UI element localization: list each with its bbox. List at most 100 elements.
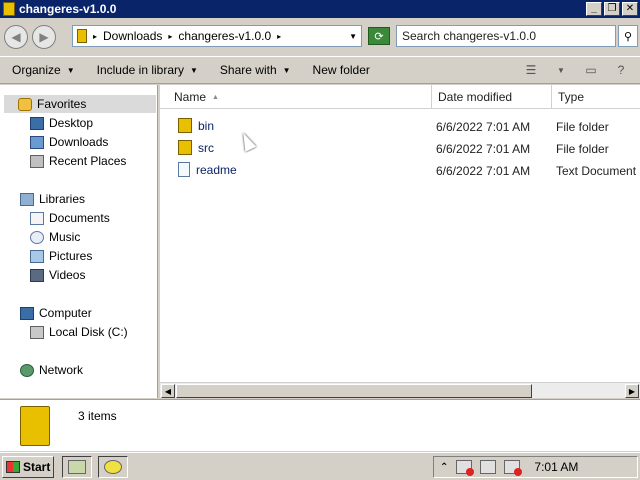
help-icon[interactable]: ?: [612, 63, 630, 77]
view-controls: ☰ ▼ ▭ ?: [522, 63, 630, 77]
pictures-icon: [30, 249, 44, 263]
file-type: Text Document: [556, 164, 637, 178]
nav-label: Videos: [49, 268, 86, 282]
file-date: 6/6/2022 7:01 AM: [436, 120, 531, 134]
nav-network[interactable]: Network: [20, 361, 83, 379]
column-header-name[interactable]: Name ▲: [168, 85, 432, 109]
restore-button[interactable]: ❐: [604, 2, 620, 16]
file-name-cell[interactable]: src: [178, 140, 214, 155]
folder-icon: [3, 2, 15, 16]
start-label: Start: [23, 460, 51, 474]
documents-icon: [30, 211, 44, 225]
window-controls: _ ❐ ✕: [586, 2, 638, 16]
desktop-icon: [30, 116, 44, 130]
nav-videos[interactable]: Videos: [30, 266, 85, 284]
search-icon[interactable]: ⚲: [618, 25, 638, 47]
column-name-label: Name: [174, 90, 207, 104]
new-folder-button[interactable]: New folder: [313, 63, 370, 77]
scroll-right-button[interactable]: ▶: [625, 384, 639, 398]
recent-places-icon: [30, 154, 44, 168]
breadcrumb-downloads[interactable]: Downloads: [103, 29, 162, 43]
nav-label: Downloads: [49, 135, 109, 149]
details-pane: 3 items: [0, 399, 640, 451]
chevron-right-icon[interactable]: ▸: [93, 32, 97, 41]
minimize-button[interactable]: _: [586, 2, 602, 16]
clock[interactable]: 7:01 AM: [534, 460, 578, 474]
folder-icon: [178, 140, 192, 155]
nav-label: Network: [39, 363, 84, 377]
back-button[interactable]: ◀: [4, 25, 28, 49]
column-headers: Name ▲ Date modified Type: [160, 85, 640, 109]
column-header-date-modified[interactable]: Date modified: [432, 85, 552, 109]
downloads-icon: [30, 135, 44, 149]
view-options-icon[interactable]: ☰: [522, 63, 540, 77]
file-name-cell[interactable]: readme: [178, 162, 237, 177]
start-button[interactable]: Start: [2, 456, 54, 478]
horizontal-scrollbar[interactable]: ◀ ▶: [160, 382, 640, 398]
file-name-cell[interactable]: bin: [178, 118, 214, 133]
title-bar: changeres-v1.0.0 _ ❐ ✕: [0, 0, 640, 18]
sort-ascending-icon: ▲: [212, 93, 219, 101]
nav-label: Favorites: [37, 97, 87, 111]
action-center-icon[interactable]: [456, 460, 475, 476]
share-with-label: Share with: [219, 63, 277, 77]
nav-downloads[interactable]: Downloads: [30, 133, 108, 151]
chevron-down-icon[interactable]: ▼: [349, 32, 357, 41]
close-button[interactable]: ✕: [622, 2, 638, 16]
nav-libraries[interactable]: Libraries: [20, 190, 85, 208]
share-with-button[interactable]: Share with ▼: [220, 63, 291, 77]
file-row[interactable]: bin 6/6/2022 7:01 AM File folder: [160, 116, 640, 136]
search-input[interactable]: Search changeres-v1.0.0: [396, 25, 616, 47]
organize-button[interactable]: Organize ▼: [12, 63, 75, 77]
scrollbar-thumb[interactable]: [176, 384, 532, 398]
nav-documents[interactable]: Documents: [30, 209, 110, 227]
taskbar-explorer-button[interactable]: [62, 456, 92, 478]
hard-disk-icon: [30, 325, 44, 339]
nav-label: Computer: [39, 306, 92, 320]
file-type: File folder: [556, 120, 609, 134]
file-type: File folder: [556, 142, 609, 156]
windows-logo-icon: [6, 461, 20, 473]
taskbar-app-button[interactable]: [98, 456, 128, 478]
address-bar[interactable]: ▸ Downloads ▸ changeres-v1.0.0 ▸ ▼: [72, 25, 362, 47]
navigation-pane: Favorites Desktop Downloads Recent Place…: [0, 85, 158, 398]
file-name: src: [198, 140, 214, 155]
text-document-icon: [178, 162, 190, 177]
forward-button[interactable]: ▶: [32, 25, 56, 49]
network-status-icon[interactable]: [480, 460, 497, 474]
app-icon: [104, 460, 122, 474]
folder-icon: [20, 406, 50, 446]
preview-pane-icon[interactable]: ▭: [582, 63, 600, 77]
chevron-down-icon[interactable]: ▼: [552, 63, 570, 77]
chevron-right-icon[interactable]: ▸: [168, 32, 172, 41]
file-name: readme: [196, 162, 237, 177]
nav-recent-places[interactable]: Recent Places: [30, 152, 126, 170]
file-row[interactable]: src 6/6/2022 7:01 AM File folder: [160, 138, 640, 158]
address-row: ◀ ▶ ▸ Downloads ▸ changeres-v1.0.0 ▸ ▼ ⟳…: [0, 18, 640, 56]
breadcrumb-current-folder[interactable]: changeres-v1.0.0: [178, 29, 271, 43]
column-header-type[interactable]: Type: [552, 85, 640, 109]
scroll-left-button[interactable]: ◀: [161, 384, 175, 398]
show-hidden-icons-button[interactable]: ⌃: [440, 462, 448, 473]
nav-label: Pictures: [49, 249, 93, 263]
nav-desktop[interactable]: Desktop: [30, 114, 93, 132]
column-date-label: Date modified: [438, 90, 513, 104]
folder-icon: [178, 118, 192, 133]
refresh-button[interactable]: ⟳: [368, 27, 390, 45]
file-row[interactable]: readme 6/6/2022 7:01 AM Text Document: [160, 160, 640, 180]
nav-music[interactable]: Music: [30, 228, 80, 246]
nav-local-disk[interactable]: Local Disk (C:): [30, 323, 128, 341]
nav-favorites[interactable]: Favorites: [4, 95, 156, 113]
nav-label: Local Disk (C:): [49, 325, 128, 339]
music-icon: [30, 230, 44, 244]
include-in-library-button[interactable]: Include in library ▼: [97, 63, 198, 77]
column-type-label: Type: [558, 90, 585, 104]
organize-label: Organize: [12, 63, 61, 77]
command-bar: Organize ▼ Include in library ▼ Share wi…: [0, 56, 640, 84]
volume-icon[interactable]: [504, 460, 523, 476]
file-name: bin: [198, 118, 215, 133]
star-icon: [18, 97, 32, 111]
chevron-right-icon[interactable]: ▸: [277, 32, 281, 41]
nav-computer[interactable]: Computer: [20, 304, 92, 322]
nav-pictures[interactable]: Pictures: [30, 247, 92, 265]
